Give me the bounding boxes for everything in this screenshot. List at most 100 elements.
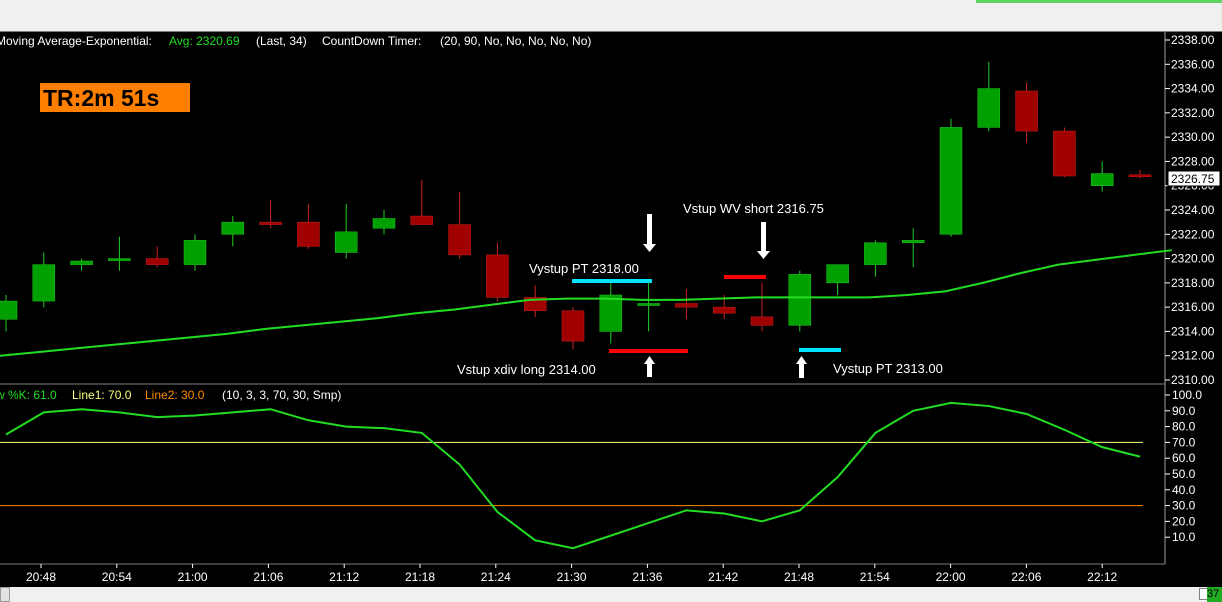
price-tick-label: 2318.00 xyxy=(1171,276,1215,290)
osc-tick-label: 30.0 xyxy=(1172,499,1196,513)
scroll-left-button[interactable] xyxy=(0,587,10,602)
up-arrow-icon xyxy=(796,356,807,378)
price-tick-label: 2320.00 xyxy=(1171,252,1215,266)
candle xyxy=(410,179,434,225)
candle-body xyxy=(1015,90,1038,132)
candle xyxy=(675,288,698,320)
osc-tick-label: 70.0 xyxy=(1172,435,1196,449)
time-tick-label: 21:06 xyxy=(253,570,283,584)
price-tick-label: 2336.00 xyxy=(1171,57,1215,71)
candle xyxy=(0,295,18,332)
down-arrow-icon xyxy=(643,214,656,252)
time-tick-label: 22:00 xyxy=(936,570,966,584)
last-price-label: 2326.75 xyxy=(1171,172,1215,186)
price-tick-label: 2338.00 xyxy=(1171,33,1215,47)
candle xyxy=(826,264,849,295)
candle xyxy=(901,228,925,268)
bottom-status-bar: 37 xyxy=(0,587,1222,602)
candle-body xyxy=(221,221,245,235)
candle xyxy=(448,191,471,259)
price-tick-label: 2312.00 xyxy=(1171,349,1215,363)
ma-label: Moving Average-Exponential: xyxy=(0,34,152,48)
candle-body xyxy=(183,240,207,265)
candle-body xyxy=(334,231,358,253)
candle xyxy=(788,270,812,332)
candle-body xyxy=(1128,174,1152,178)
osc-tick-label: 60.0 xyxy=(1172,451,1196,465)
candle-body xyxy=(1053,130,1076,177)
candle-body xyxy=(788,274,812,326)
last-price-marker: 2326.75 xyxy=(1167,170,1221,187)
time-tick-label: 21:36 xyxy=(632,570,662,584)
osc-tick-label: 40.0 xyxy=(1172,483,1196,497)
countdown-label: CountDown Timer: xyxy=(322,34,421,48)
osc-tick-label: 20.0 xyxy=(1172,514,1196,528)
time-tick-label: 22:06 xyxy=(1011,570,1041,584)
candle-body xyxy=(410,215,434,225)
candle xyxy=(32,252,56,308)
candle xyxy=(145,246,169,268)
candle-body xyxy=(448,224,471,256)
candle-body xyxy=(0,300,18,320)
candle-body xyxy=(826,264,849,284)
down-arrow-icon xyxy=(757,222,770,259)
osc-tick-label: 10.0 xyxy=(1172,530,1196,544)
candle-body xyxy=(32,264,56,302)
price-tick-label: 2316.00 xyxy=(1171,300,1215,314)
candle-body xyxy=(145,258,169,265)
candle xyxy=(599,282,623,344)
time-tick-label: 21:30 xyxy=(557,570,587,584)
candle xyxy=(750,282,774,332)
stoch-line2-label: Line2: 30.0 xyxy=(145,388,205,402)
candle-body xyxy=(108,258,131,261)
stoch-k-label: w %K: 61.0 xyxy=(0,388,57,402)
status-badge: 37 xyxy=(1207,587,1222,602)
candle xyxy=(864,240,887,277)
candle-body xyxy=(259,221,282,225)
osc-tick-label: 80.0 xyxy=(1172,420,1196,434)
candle xyxy=(108,236,131,271)
stoch-params: (10, 3, 3, 70, 30, Smp) xyxy=(222,388,341,402)
candle xyxy=(561,307,585,350)
price-tick-label: 2332.00 xyxy=(1171,106,1215,120)
candle-body xyxy=(977,88,1001,128)
candle xyxy=(372,210,396,235)
candle-body xyxy=(1090,173,1114,186)
time-tick-label: 21:00 xyxy=(178,570,208,584)
candle xyxy=(1015,82,1038,144)
price-tick-label: 2310.00 xyxy=(1171,373,1215,387)
price-tick-label: 2322.00 xyxy=(1171,227,1215,241)
timer-badge: TR:2m 51s xyxy=(43,85,159,111)
countdown-params: (20, 90, No, No, No, No, No) xyxy=(440,34,591,48)
price-chart[interactable]: 2338.00 2336.00 2334.00 2332.00 2330.00 2328.… xyxy=(0,0,1222,602)
candle-body xyxy=(750,316,774,326)
annotation-pt-2313: Vystup PT 2313.00 xyxy=(833,361,943,376)
candle-body xyxy=(599,294,623,332)
ma-params: (Last, 34) xyxy=(256,34,307,48)
price-tick-label: 2334.00 xyxy=(1171,82,1215,96)
candle xyxy=(183,234,207,271)
candle xyxy=(977,61,1001,132)
time-tick-label: 21:12 xyxy=(329,570,359,584)
time-tick-label: 21:42 xyxy=(708,570,738,584)
candle-body xyxy=(901,240,925,244)
candle-body xyxy=(864,242,887,265)
time-tick-label: 20:48 xyxy=(26,570,56,584)
price-tick-label: 2324.00 xyxy=(1171,203,1215,217)
time-tick-label: 21:54 xyxy=(860,570,890,584)
annotation-pt-2318: Vystup PT 2318.00 xyxy=(529,261,639,276)
candle-body xyxy=(712,306,736,314)
candle-body xyxy=(675,303,698,308)
time-tick-label: 21:18 xyxy=(405,570,435,584)
candle xyxy=(259,200,282,229)
time-tick-label: 21:48 xyxy=(784,570,814,584)
candle xyxy=(637,282,660,332)
candle-body xyxy=(70,260,93,265)
candle-body xyxy=(561,310,585,342)
price-tick-label: 2328.00 xyxy=(1171,154,1215,168)
candle-body xyxy=(637,303,660,306)
candle xyxy=(221,216,245,247)
candle-body xyxy=(486,254,509,298)
candle xyxy=(1128,169,1152,179)
candle-body xyxy=(297,221,320,247)
